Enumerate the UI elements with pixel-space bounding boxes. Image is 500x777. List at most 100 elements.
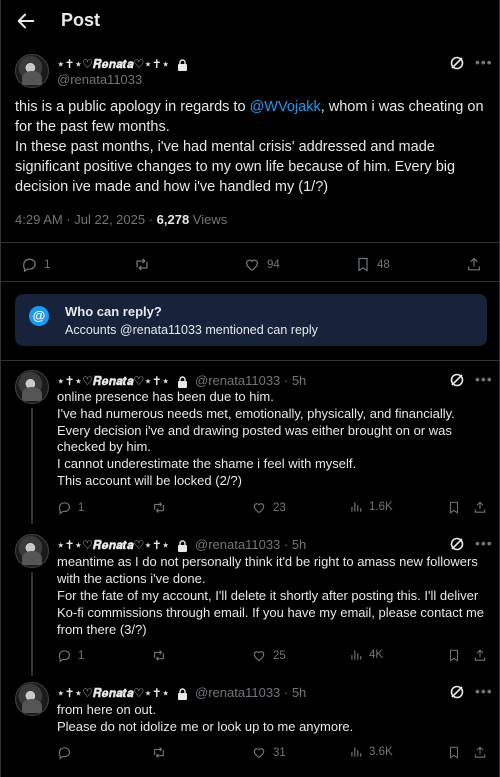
avatar[interactable] [15, 54, 49, 88]
views-icon [351, 502, 362, 512]
author-name-row[interactable]: ⋆✝︎⋆♡𝑹𝒆𝒏𝒂𝒕𝒂♡⋆✝︎⋆ @renata11033 · 5h [57, 685, 306, 701]
views-button[interactable]: 4K [349, 648, 383, 662]
divider [1, 242, 500, 243]
repost-button[interactable] [151, 500, 167, 515]
grok-icon[interactable] [449, 536, 465, 552]
share-button[interactable] [473, 745, 487, 760]
like-count: 25 [273, 649, 286, 662]
lock-icon [177, 59, 187, 71]
reply-button[interactable]: 1 [21, 256, 50, 273]
divider [1, 360, 500, 361]
reply-count: 1 [44, 258, 51, 271]
bookmark-button[interactable] [447, 745, 461, 760]
post-timestamp[interactable]: 4:29 AM · Jul 22, 2025 · [15, 212, 157, 227]
divider [1, 281, 500, 282]
reply-count: 1 [78, 501, 85, 514]
lock-icon [177, 688, 187, 700]
reply-icon [58, 747, 71, 760]
reply-icon [58, 502, 71, 515]
avatar[interactable] [15, 370, 49, 404]
handle-time[interactable]: @renata11033 · 5h [195, 537, 306, 552]
post-meta: 4:29 AM · Jul 22, 2025 · 6,278 Views [15, 212, 227, 227]
views-button[interactable]: 3.6K [349, 745, 393, 759]
share-icon [468, 257, 480, 271]
like-count: 94 [267, 258, 280, 271]
share-icon [474, 501, 486, 513]
reply-line: Every decision i've and drawing posted w… [57, 422, 452, 438]
handle-time[interactable]: @renata11033 · 5h [195, 685, 306, 700]
reply-button[interactable]: 1 [57, 500, 84, 515]
reply-line: with the actions i've done. [57, 571, 206, 586]
arrow-left-icon[interactable] [15, 10, 37, 32]
author-display-name[interactable]: ⋆✝︎⋆♡𝑹𝒆𝒏𝒂𝒕𝒂♡⋆✝︎⋆ [57, 374, 169, 388]
avatar[interactable] [15, 534, 49, 568]
views-button[interactable]: 1.6K [349, 500, 393, 514]
reply-button[interactable]: 1 [57, 648, 84, 663]
share-icon [474, 746, 486, 758]
share-button[interactable] [466, 256, 482, 273]
share-button[interactable] [473, 500, 487, 515]
repost-button[interactable] [133, 256, 157, 273]
lock-icon [177, 376, 187, 388]
bookmark-button[interactable] [447, 648, 461, 663]
views-icon [351, 747, 362, 757]
repost-icon [154, 747, 164, 758]
author-name-row[interactable]: ⋆✝︎⋆♡𝑹𝒆𝒏𝒂𝒕𝒂♡⋆✝︎⋆ [57, 57, 188, 72]
author-display-name[interactable]: ⋆✝︎⋆♡𝑹𝒆𝒏𝒂𝒕𝒂♡⋆✝︎⋆ [57, 538, 169, 552]
views-count: 4K [369, 649, 384, 661]
reply-text: meantime as I do not personally think it… [57, 553, 497, 638]
reply-line: Ko-fi commissions through email. If you … [57, 605, 485, 620]
author-name-row[interactable]: ⋆✝︎⋆♡𝑹𝒆𝒏𝒂𝒕𝒂♡⋆✝︎⋆ @renata11033 · 5h [57, 373, 306, 389]
grok-icon[interactable] [449, 55, 465, 71]
more-icon[interactable]: ••• [475, 54, 493, 70]
author-name-row[interactable]: ⋆✝︎⋆♡𝑹𝒆𝒏𝒂𝒕𝒂♡⋆✝︎⋆ @renata11033 · 5h [57, 537, 306, 553]
at-sign-icon: @ [29, 306, 49, 326]
more-icon[interactable]: ••• [475, 371, 493, 387]
bookmark-count: 48 [377, 258, 390, 271]
like-button[interactable]: 25 [251, 648, 286, 663]
like-count: 23 [273, 501, 286, 514]
reply-line: I cannot underestimate the shame i feel … [57, 456, 357, 472]
reply-line: I've had numerous needs met, emotionally… [57, 405, 455, 421]
author-display-name[interactable]: ⋆✝︎⋆♡𝑹𝒆𝒏𝒂𝒕𝒂♡⋆✝︎⋆ [57, 57, 169, 71]
like-button[interactable]: 31 [251, 745, 286, 760]
more-icon[interactable]: ••• [475, 535, 493, 551]
repost-icon [154, 502, 164, 513]
avatar[interactable] [15, 682, 49, 716]
post-text: this is a public apology in regards to @… [15, 97, 487, 197]
reply-text: online presence has been due to him. I'v… [57, 389, 492, 490]
like-count: 31 [273, 746, 286, 759]
post-page: Post ⋆✝︎⋆♡𝑹𝒆𝒏𝒂𝒕𝒂♡⋆✝︎⋆ @renata11033 ••• t… [0, 0, 500, 777]
like-button[interactable]: 23 [251, 500, 286, 515]
share-icon [474, 649, 486, 661]
repost-button[interactable] [151, 745, 167, 760]
grok-icon[interactable] [449, 372, 465, 388]
page-title: Post [61, 10, 101, 30]
reply-icon [23, 258, 36, 273]
post-text-paragraph-2: In these past months, i've had mental cr… [15, 139, 456, 195]
bookmark-icon [358, 257, 368, 272]
share-button[interactable] [473, 648, 487, 663]
reply-button[interactable] [57, 745, 78, 760]
bookmark-button[interactable]: 48 [355, 256, 390, 273]
more-icon[interactable]: ••• [475, 683, 493, 699]
repost-button[interactable] [151, 648, 167, 663]
bookmark-icon [449, 649, 459, 662]
bookmark-button[interactable] [447, 500, 461, 515]
reply-line: online presence has been due to him. [57, 389, 274, 404]
like-button[interactable]: 94 [243, 256, 280, 273]
bookmark-icon [449, 501, 459, 514]
repost-icon [136, 258, 148, 271]
grok-icon[interactable] [449, 684, 465, 700]
author-handle[interactable]: @renata11033 [57, 72, 142, 87]
views-label: Views [189, 212, 228, 227]
reply-line: from here on out. [57, 702, 156, 717]
bookmark-icon [449, 746, 459, 759]
lock-icon [177, 540, 187, 552]
mention-link[interactable]: @WVojakk [250, 99, 321, 115]
repost-icon [154, 650, 164, 661]
handle-time[interactable]: @renata11033 · 5h [195, 373, 306, 388]
thread-line [31, 408, 33, 524]
author-display-name[interactable]: ⋆✝︎⋆♡𝑹𝒆𝒏𝒂𝒕𝒂♡⋆✝︎⋆ [57, 686, 169, 700]
like-icon [253, 748, 265, 759]
